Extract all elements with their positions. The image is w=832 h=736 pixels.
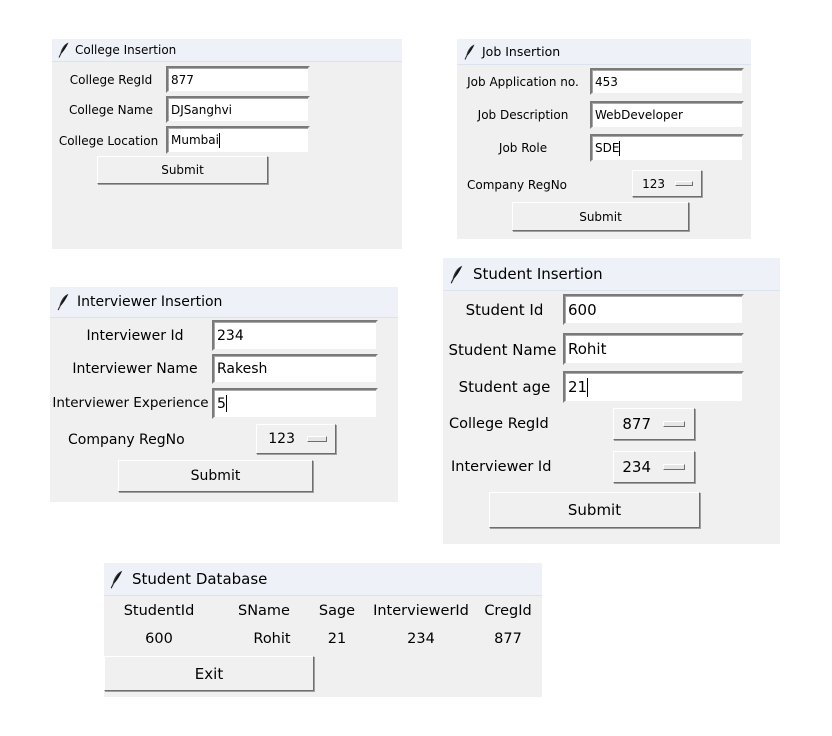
student-college-select[interactable]: 877 xyxy=(613,408,695,440)
window-title: Student Database xyxy=(132,570,268,588)
college-submit-button[interactable]: Submit xyxy=(97,156,268,184)
interviewer-insertion-window: Interviewer Insertion Interviewer Id 234… xyxy=(50,287,398,502)
job-role-label: Job Role xyxy=(498,141,548,155)
job-submit-button[interactable]: Submit xyxy=(512,202,689,231)
interviewer-company-select[interactable]: 123 xyxy=(256,424,336,454)
feather-icon xyxy=(450,265,463,283)
college-location-label: College Location xyxy=(58,134,159,148)
feather-icon xyxy=(464,44,475,60)
dropdown-indicator-icon xyxy=(307,436,327,442)
student-database-window: Student Database StudentId SName Sage In… xyxy=(104,563,542,697)
student-title-bar[interactable]: Student Insertion xyxy=(443,258,780,291)
table-cell-cregid: 877 xyxy=(494,631,522,647)
job-application-label: Job Application no. xyxy=(467,75,579,89)
job-role-input[interactable]: SDE xyxy=(590,134,744,162)
job-insertion-window: Job Insertion Job Application no. 453 Jo… xyxy=(457,39,751,239)
text-cursor xyxy=(587,377,589,397)
student-id-label: Student Id xyxy=(465,301,544,319)
interviewer-id-input[interactable]: 234 xyxy=(212,320,378,351)
interviewer-experience-input[interactable]: 5 xyxy=(212,388,378,419)
feather-icon xyxy=(57,293,69,311)
college-regid-label: College RegId xyxy=(69,73,153,87)
job-description-label: Job Description xyxy=(477,108,569,122)
database-title-bar[interactable]: Student Database xyxy=(104,563,542,596)
window-title: Student Insertion xyxy=(473,265,603,283)
text-cursor xyxy=(225,395,227,412)
exit-button[interactable]: Exit xyxy=(104,656,314,691)
window-title: Interviewer Insertion xyxy=(77,294,223,310)
college-name-input[interactable]: DJSanghvi xyxy=(166,96,310,123)
column-header-cregid: CregId xyxy=(484,603,532,619)
interviewer-submit-button[interactable]: Submit xyxy=(118,460,313,492)
window-title: College Insertion xyxy=(75,43,177,57)
text-cursor xyxy=(218,132,220,148)
student-age-label: Student age xyxy=(458,378,551,396)
window-title: Job Insertion xyxy=(482,44,561,59)
student-name-input[interactable]: Rohit xyxy=(563,333,744,365)
college-name-label: College Name xyxy=(69,103,153,117)
student-insertion-window: Student Insertion Student Id 600 Student… xyxy=(443,258,780,544)
interviewer-name-label: Interviewer Name xyxy=(72,361,198,377)
dropdown-indicator-icon xyxy=(675,181,693,186)
column-header-sname: SName xyxy=(238,603,290,619)
job-title-bar[interactable]: Job Insertion xyxy=(457,39,751,65)
student-submit-button[interactable]: Submit xyxy=(489,492,700,528)
column-header-interviewerid: InterviewerId xyxy=(373,603,469,619)
interviewer-id-label: Interviewer Id xyxy=(86,328,184,344)
interviewer-title-bar[interactable]: Interviewer Insertion xyxy=(50,287,398,318)
dropdown-indicator-icon xyxy=(663,464,685,470)
table-cell-interviewerid: 234 xyxy=(407,631,435,647)
interviewer-experience-label: Interviewer Experience xyxy=(52,395,209,411)
job-description-input[interactable]: WebDeveloper xyxy=(590,101,744,129)
column-header-studentid: StudentId xyxy=(123,603,195,619)
college-insertion-window: College Insertion College RegId 877 Coll… xyxy=(52,39,402,249)
student-interviewer-select[interactable]: 234 xyxy=(613,451,695,483)
feather-icon xyxy=(110,570,123,588)
dropdown-indicator-icon xyxy=(663,421,685,427)
text-cursor xyxy=(619,140,621,156)
student-interviewer-label: Interviewer Id xyxy=(451,459,552,475)
table-cell-studentid: 600 xyxy=(145,631,173,647)
student-id-input[interactable]: 600 xyxy=(563,294,744,325)
job-application-input[interactable]: 453 xyxy=(590,68,744,95)
feather-icon xyxy=(58,42,69,58)
college-location-input[interactable]: Mumbai xyxy=(166,126,310,154)
table-cell-sname: Rohit xyxy=(253,631,291,647)
college-title-bar[interactable]: College Insertion xyxy=(52,39,402,62)
interviewer-name-input[interactable]: Rakesh xyxy=(212,354,378,384)
job-company-select[interactable]: 123 xyxy=(632,170,702,197)
interviewer-company-label: Company RegNo xyxy=(68,432,185,448)
student-college-label: College RegId xyxy=(449,416,549,432)
college-regid-input[interactable]: 877 xyxy=(166,66,310,93)
student-age-input[interactable]: 21 xyxy=(563,371,744,403)
job-company-label: Company RegNo xyxy=(467,178,568,192)
table-cell-sage: 21 xyxy=(327,631,347,647)
student-name-label: Student Name xyxy=(448,341,557,359)
column-header-sage: Sage xyxy=(318,603,356,619)
